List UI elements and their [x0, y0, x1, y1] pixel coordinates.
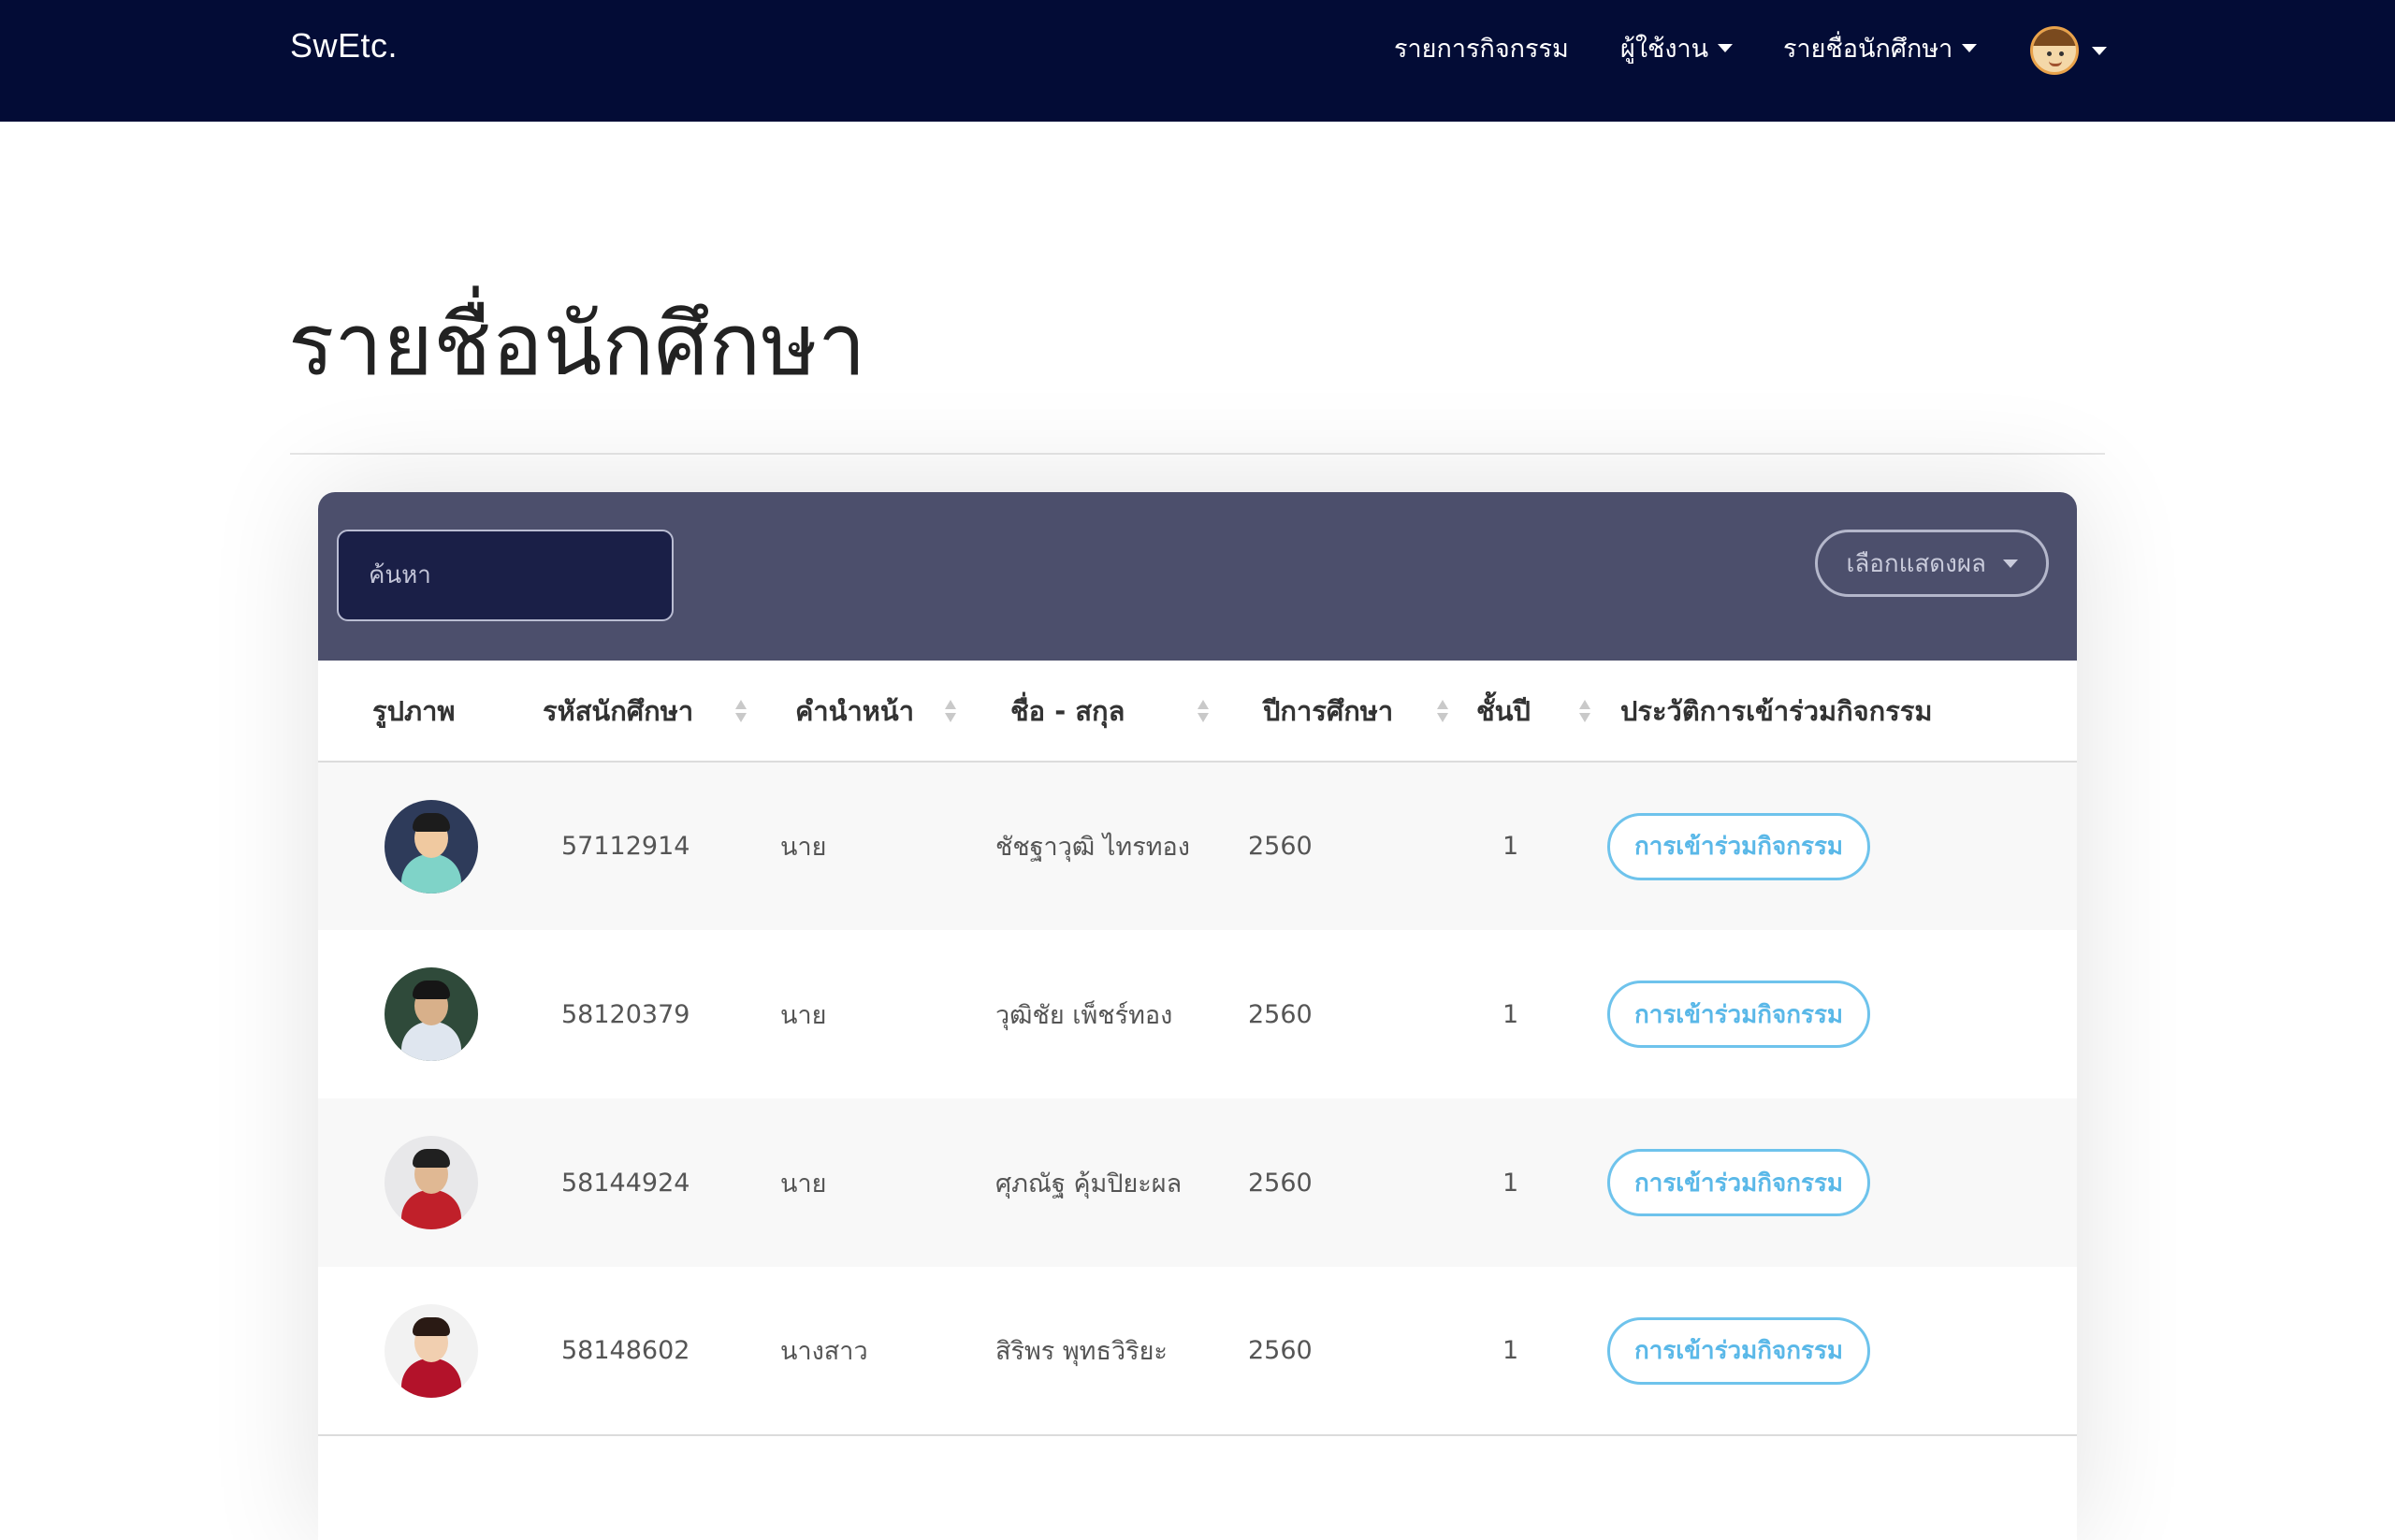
search-input[interactable]: [337, 530, 674, 621]
level-cell: 1: [1450, 1267, 1600, 1436]
nav-users-label: ผู้ใช้งาน: [1620, 35, 1709, 64]
nav-students-dropdown[interactable]: รายชื่อนักศึกษา: [1783, 28, 1978, 68]
student-id-cell: 58120379: [561, 999, 690, 1029]
divider: [290, 453, 2105, 455]
column-header-name[interactable]: ชื่อ - สกุล: [973, 661, 1216, 763]
column-header-academic-year[interactable]: ปีการศึกษา: [1216, 661, 1450, 763]
student-photo: [385, 1303, 478, 1398]
nav-users-dropdown[interactable]: ผู้ใช้งาน: [1620, 28, 1734, 68]
caret-down-icon: [1962, 44, 1978, 52]
prefix-cell: นางสาว: [758, 1267, 973, 1436]
display-select-dropdown[interactable]: เลือกแสดงผล: [1815, 530, 2049, 597]
activity-history-button[interactable]: การเข้าร่วมกิจกรรม: [1607, 1149, 1871, 1216]
student-photo: [385, 1136, 478, 1229]
sort-icon[interactable]: [735, 700, 747, 724]
display-select-label: เลือกแสดงผล: [1846, 549, 1986, 578]
name-cell: ศุภณัฐ คุ้มปิยะผล: [995, 1169, 1183, 1199]
student-photo: [385, 799, 478, 893]
activity-history-button[interactable]: การเข้าร่วมกิจกรรม: [1607, 981, 1871, 1048]
student-photo: [385, 967, 478, 1061]
student-id-cell: 58148602: [515, 1267, 758, 1436]
card-toolbar: เลือกแสดงผล: [318, 492, 2077, 661]
activity-history-button[interactable]: การเข้าร่วมกิจกรรม: [1607, 1316, 1871, 1385]
top-navbar: SwEtc. รายการกิจกรรม ผู้ใช้งาน รายชื่อนั…: [0, 0, 2395, 122]
activity-history-button[interactable]: การเข้าร่วมกิจกรรม: [1607, 812, 1871, 880]
student-id-cell: 58144924: [561, 1168, 690, 1198]
student-list-card: เลือกแสดงผล รูปภาพ รหัสนักศึกษา: [318, 492, 2077, 1540]
students-table: รูปภาพ รหัสนักศึกษา คำนำหน้า ชื่อ - สกุล…: [318, 661, 2077, 1436]
prefix-cell: นาย: [780, 1169, 827, 1199]
brand-logo[interactable]: SwEtc.: [290, 26, 398, 65]
column-header-level[interactable]: ชั้นปี: [1450, 661, 1600, 763]
table-row: 58144924 นาย ศุภณัฐ คุ้มปิยะผล 2560 1 กา…: [318, 1098, 2077, 1267]
prefix-cell: นาย: [780, 1000, 827, 1030]
year-cell: 2560: [1248, 1168, 1313, 1198]
table-row: 58120379 นาย วุฒิชัย เพ็ชร์ทอง 2560 1 กา…: [318, 930, 2077, 1098]
name-cell: สิริพร พุทธวิริยะ: [973, 1267, 1216, 1436]
year-cell: 2560: [1216, 1267, 1450, 1436]
caret-down-icon: [1718, 44, 1734, 52]
nav-students-label: รายชื่อนักศึกษา: [1783, 35, 1953, 64]
name-cell: วุฒิชัย เพ็ชร์ทอง: [995, 1000, 1173, 1030]
table-header-row: รูปภาพ รหัสนักศึกษา คำนำหน้า ชื่อ - สกุล…: [318, 661, 2077, 763]
column-header-photo: รูปภาพ: [318, 661, 515, 763]
name-cell: ชัชฐาวุฒิ ไทรทอง: [995, 833, 1190, 862]
table-row: 58148602 นางสาว สิริพร พุทธวิริยะ 2560 1…: [318, 1267, 2077, 1436]
sort-icon[interactable]: [1437, 700, 1448, 724]
page-title: รายชื่อนักศึกษา: [288, 295, 866, 395]
year-cell: 2560: [1248, 999, 1313, 1029]
prefix-cell: นาย: [780, 833, 827, 862]
table-row: 57112914 นาย ชัชฐาวุฒิ ไทรทอง 2560 1 การ…: [318, 762, 2077, 930]
nav-activities-label: รายการกิจกรรม: [1394, 35, 1569, 64]
column-header-activity-history: ประวัติการเข้าร่วมกิจกรรม: [1600, 661, 2077, 763]
nav-activities[interactable]: รายการกิจกรรม: [1394, 28, 1569, 68]
sort-icon[interactable]: [1198, 700, 1209, 724]
column-header-prefix[interactable]: คำนำหน้า: [758, 661, 973, 763]
sort-icon[interactable]: [945, 700, 956, 724]
level-cell: 1: [1502, 1168, 1519, 1198]
year-cell: 2560: [1248, 832, 1313, 861]
sort-icon[interactable]: [1579, 700, 1590, 724]
user-avatar-icon: [2030, 26, 2079, 75]
student-id-cell: 57112914: [561, 832, 690, 861]
column-header-student-id[interactable]: รหัสนักศึกษา: [515, 661, 758, 763]
user-menu[interactable]: [2030, 26, 2107, 75]
caret-down-icon: [2003, 559, 2018, 568]
level-cell: 1: [1502, 832, 1519, 861]
level-cell: 1: [1502, 999, 1519, 1029]
caret-down-icon: [2092, 46, 2107, 55]
